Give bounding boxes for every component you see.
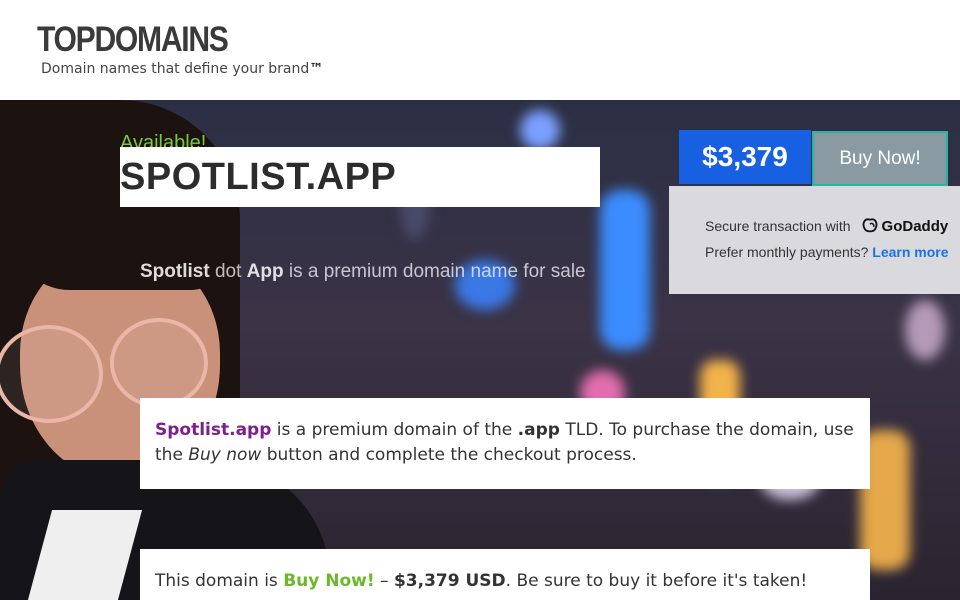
godaddy-logo: GoDaddy	[861, 217, 949, 235]
domain-info-card: Spotlist.app is a premium domain of the …	[140, 398, 870, 489]
info-text-1: is a premium domain of the	[276, 420, 513, 440]
info-text-3: button and complete the checkout process…	[266, 445, 637, 465]
subtitle-rest: is a premium domain name for sale	[288, 261, 586, 282]
bokeh-light	[905, 300, 945, 360]
price-card-buy-now-link[interactable]: Buy Now!	[283, 571, 374, 591]
subtitle-word-app: App	[246, 261, 284, 282]
buy-now-button[interactable]: Buy Now!	[812, 131, 948, 186]
bokeh-light	[600, 190, 650, 350]
tagline-text: Domain names that define your brand	[41, 61, 310, 77]
price-card-usd: $3,379 USD	[393, 571, 506, 591]
subtitle-word-spotlist: Spotlist	[140, 261, 210, 282]
site-logo[interactable]: TOPDOMAINS	[37, 18, 229, 62]
info-buy-now-emphasis: Buy now	[188, 445, 262, 465]
price-card-text-2: . Be sure to buy it before it's taken!	[505, 571, 808, 591]
monthly-payments-line: Prefer monthly payments? Learn more	[705, 244, 949, 260]
info-brand-name: Spotlist.app	[155, 420, 272, 440]
secure-transaction-line: Secure transaction with GoDaddy	[705, 217, 948, 235]
site-header: TOPDOMAINS Domain names that define your…	[0, 0, 960, 100]
trademark-mark: ™	[309, 61, 324, 77]
price-badge: $3,379	[679, 130, 811, 184]
domain-subtitle: Spotlist dot App is a premium domain nam…	[140, 261, 586, 283]
info-tld: .app	[517, 420, 560, 440]
glasses-lens-left	[0, 325, 103, 423]
domain-name-heading: SPOTLIST.APP	[120, 156, 397, 198]
glasses-lens-right	[110, 318, 208, 408]
subtitle-connector: dot	[214, 261, 242, 282]
domain-title-box: SPOTLIST.APP	[120, 147, 600, 207]
monthly-payments-text: Prefer monthly payments?	[705, 244, 869, 260]
godaddy-icon	[862, 218, 877, 233]
price-card-text-1: This domain is	[155, 571, 278, 591]
secure-transaction-panel: Secure transaction with GoDaddy Prefer m…	[669, 186, 960, 294]
price-card-dash: –	[380, 571, 389, 591]
secure-transaction-text: Secure transaction with	[705, 218, 851, 234]
bokeh-light	[520, 110, 560, 150]
learn-more-link[interactable]: Learn more	[872, 244, 948, 260]
price-info-card: This domain is Buy Now! – $3,379 USD. Be…	[140, 549, 870, 600]
site-tagline: Domain names that define your brand™	[41, 59, 323, 79]
godaddy-wordmark: GoDaddy	[881, 217, 949, 235]
